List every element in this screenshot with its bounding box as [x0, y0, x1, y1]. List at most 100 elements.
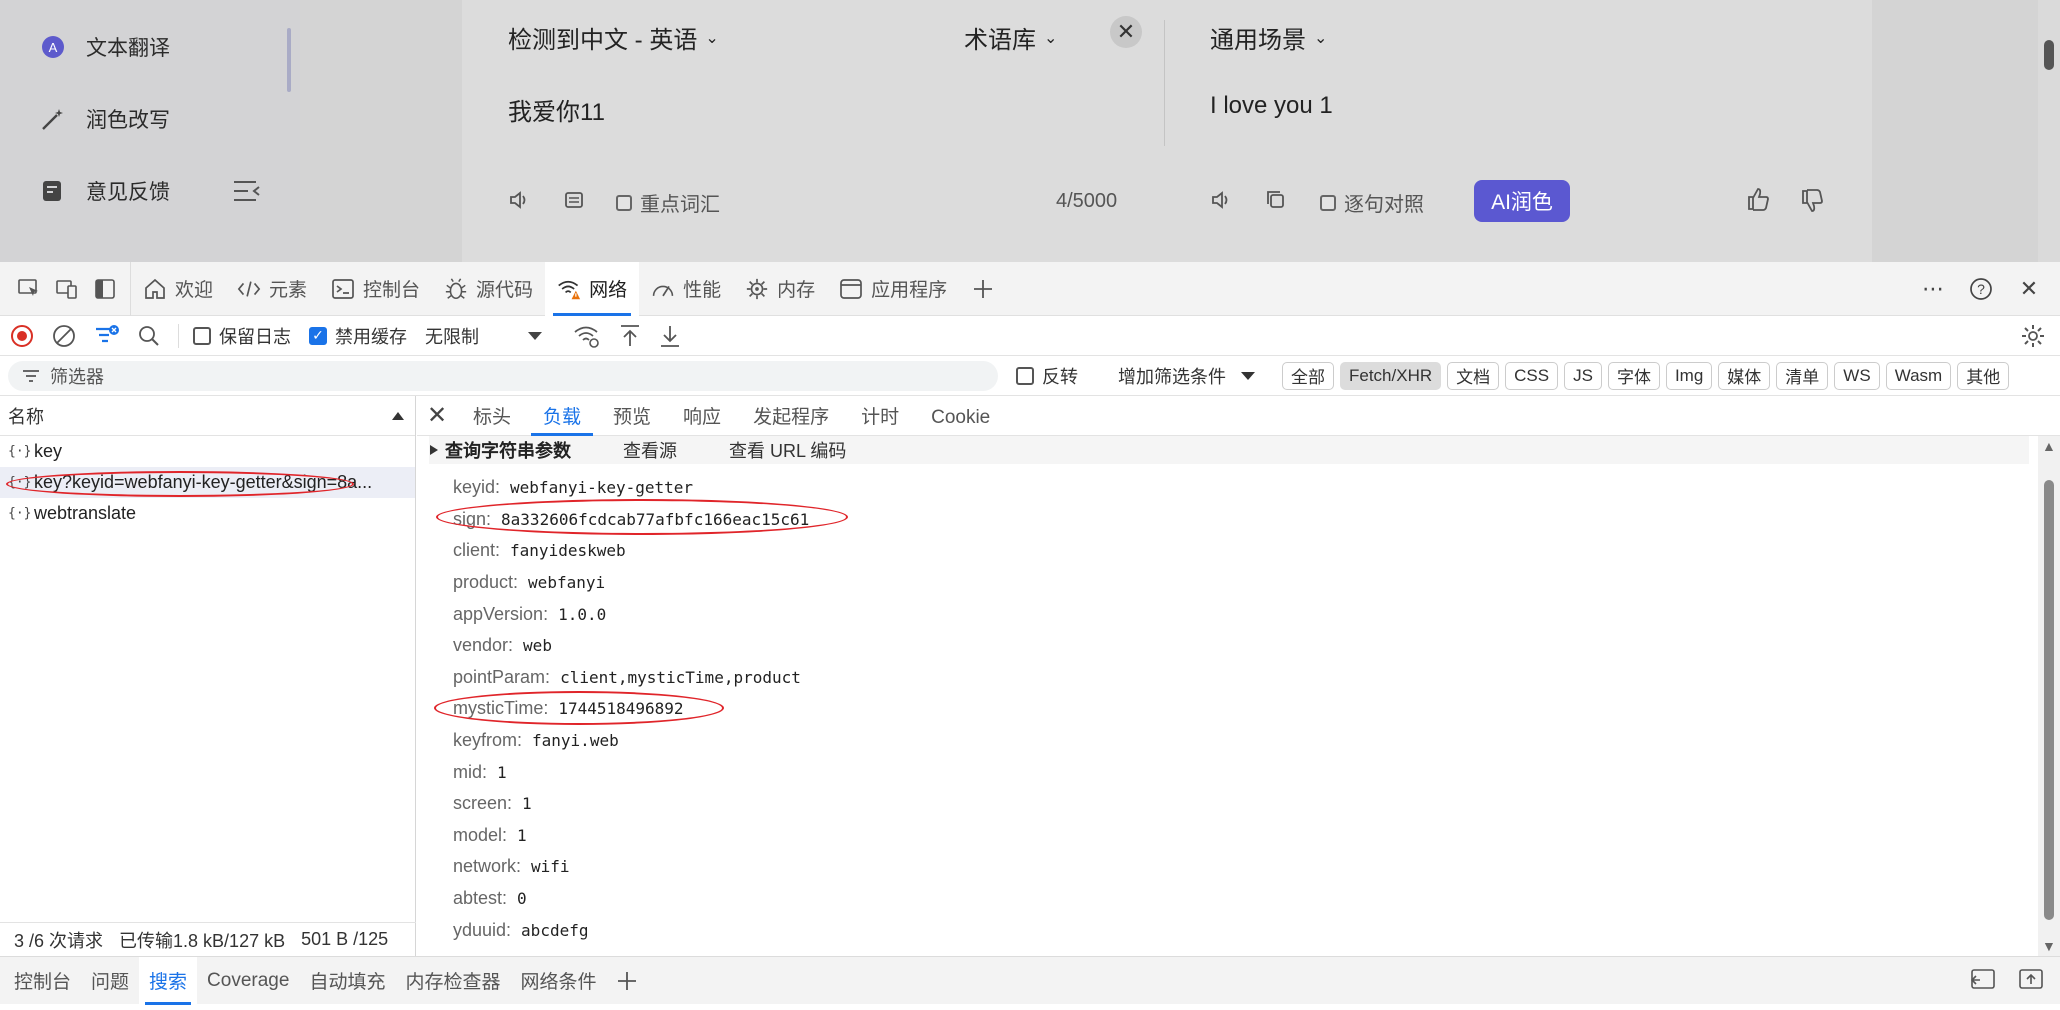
query-string-section-header[interactable]: 查询字符串参数 查看源 查看 URL 编码 [429, 436, 2029, 464]
help-icon[interactable]: ? [1966, 274, 1996, 304]
drawer-tab-issues[interactable]: 问题 [81, 957, 139, 1005]
copy-icon[interactable] [1264, 188, 1288, 212]
type-filter-ws[interactable]: WS [1834, 361, 1880, 390]
dock-side-icon[interactable] [92, 276, 118, 302]
request-row[interactable]: {·} webtranslate [0, 498, 415, 529]
name-column-header[interactable]: 名称 [0, 396, 415, 436]
source-text[interactable]: 我爱你11 [508, 92, 605, 127]
sidebar-item-feedback[interactable]: 意见反馈 [40, 176, 170, 206]
tab-headers[interactable]: 标头 [457, 402, 527, 435]
filter-input[interactable]: 筛选器 [8, 360, 998, 391]
view-url-encoded-link[interactable]: 查看 URL 编码 [729, 437, 846, 463]
sidebar-item-text-translate[interactable]: A 文本翻译 [40, 32, 170, 62]
close-icon[interactable]: ✕ [2014, 274, 2044, 304]
record-icon[interactable] [10, 324, 34, 348]
filter-icon[interactable] [94, 323, 120, 349]
type-filter-other[interactable]: 其他 [1957, 361, 2010, 390]
close-icon[interactable]: ✕ [417, 395, 457, 435]
drawer-tab-coverage[interactable]: Coverage [197, 957, 299, 1005]
type-filter-fetch-xhr[interactable]: Fetch/XHR [1340, 361, 1442, 390]
type-filter-font[interactable]: 字体 [1607, 361, 1660, 390]
disable-cache-checkbox[interactable]: ✓ 禁用缓存 [309, 323, 407, 349]
speaker-icon[interactable] [508, 188, 532, 212]
key-words-checkbox[interactable]: 重点词汇 [616, 188, 720, 217]
tab-welcome[interactable]: 欢迎 [131, 262, 225, 316]
thumbs-down-icon[interactable] [1800, 188, 1826, 214]
speaker-icon[interactable] [1210, 188, 1234, 212]
bug-icon [444, 277, 468, 301]
tab-label: 元素 [269, 280, 308, 301]
export-har-icon[interactable] [659, 324, 681, 348]
tab-memory[interactable]: 内存 [733, 262, 827, 316]
tab-initiator[interactable]: 发起程序 [737, 402, 845, 435]
drawer-tab-console[interactable]: 控制台 [4, 957, 81, 1005]
sidebar-item-polish[interactable]: 润色改写 [40, 104, 170, 134]
scroll-up-arrow-icon[interactable]: ▲ [2042, 438, 2056, 454]
view-source-link[interactable]: 查看源 [623, 437, 677, 463]
glossary-select[interactable]: 术语库 ⌄ [964, 20, 1057, 55]
add-drawer-tab-button[interactable] [606, 957, 648, 1005]
drawer-tab-memory-inspector[interactable]: 内存检查器 [395, 957, 510, 1005]
tab-network[interactable]: 网络 [545, 261, 640, 316]
tab-timing[interactable]: 计时 [845, 402, 915, 435]
tab-payload[interactable]: 负载 [527, 402, 597, 436]
type-filter-doc[interactable]: 文档 [1447, 361, 1500, 390]
type-filter-all[interactable]: 全部 [1282, 361, 1334, 390]
source-language-select[interactable]: 检测到中文 - 英语 ⌄ [508, 20, 719, 55]
copy-icon[interactable] [562, 188, 586, 212]
thumbs-up-icon[interactable] [1746, 186, 1772, 212]
invert-checkbox[interactable]: 反转 [1016, 363, 1078, 389]
scroll-thumb[interactable] [2044, 480, 2054, 920]
tab-cookies[interactable]: Cookie [915, 407, 1006, 435]
clear-icon[interactable] [52, 324, 76, 348]
request-summary: 3 /6 次请求 已传输1.8 kB/127 kB 501 B /125 [0, 922, 416, 956]
dock-drawer-icon[interactable] [1970, 968, 1996, 995]
preserve-log-checkbox[interactable]: 保留日志 [193, 323, 291, 349]
type-filter-js[interactable]: JS [1564, 361, 1602, 390]
more-filters-dropdown[interactable]: 增加筛选条件 [1118, 363, 1256, 389]
tab-performance[interactable]: 性能 [639, 262, 733, 316]
scroll-thumb[interactable] [2044, 40, 2054, 70]
app-scrollbar[interactable] [2038, 0, 2060, 262]
checkbox-icon [1320, 194, 1336, 211]
drawer-tab-search[interactable]: 搜索 [139, 956, 198, 1005]
param-row: network: wifi [453, 851, 809, 883]
type-filter-wasm[interactable]: Wasm [1885, 361, 1952, 390]
add-tab-button[interactable] [959, 262, 1015, 316]
detail-scrollbar[interactable]: ▲ ▼ [2038, 436, 2060, 956]
type-filter-manifest[interactable]: 清单 [1776, 361, 1829, 390]
device-emulation-icon[interactable] [54, 276, 80, 302]
magic-wand-icon [40, 106, 66, 132]
ai-polish-button[interactable]: AI润色 [1474, 180, 1570, 222]
more-options-icon[interactable]: ⋯ [1918, 274, 1948, 304]
sentence-compare-label: 逐句对照 [1344, 194, 1424, 216]
settings-icon[interactable] [2020, 323, 2046, 354]
scene-select[interactable]: 通用场景 ⌄ [1210, 20, 1327, 55]
drawer-tab-network-conditions[interactable]: 网络条件 [510, 957, 606, 1005]
home-icon [143, 277, 167, 301]
scene-label: 通用场景 [1210, 27, 1306, 54]
tab-preview[interactable]: 预览 [597, 402, 667, 435]
clear-text-button[interactable]: ✕ [1110, 16, 1142, 48]
drawer-tab-autofill[interactable]: 自动填充 [299, 957, 395, 1005]
tab-response[interactable]: 响应 [667, 402, 737, 435]
maximize-drawer-icon[interactable] [2018, 968, 2044, 995]
search-icon[interactable] [138, 325, 160, 347]
type-filter-media[interactable]: 媒体 [1718, 361, 1771, 390]
tab-application[interactable]: 应用程序 [827, 262, 959, 316]
sentence-compare-checkbox[interactable]: 逐句对照 [1320, 188, 1424, 217]
menu-collapse-icon[interactable] [234, 180, 260, 202]
tab-sources[interactable]: 源代码 [432, 262, 545, 316]
network-conditions-icon[interactable] [573, 323, 601, 349]
inspect-icon[interactable] [16, 276, 42, 302]
throttle-select[interactable]: 无限制 [425, 323, 543, 349]
tab-elements[interactable]: 元素 [225, 262, 319, 316]
request-row[interactable]: {·} key [0, 436, 415, 467]
request-row-selected[interactable]: {·} key?keyid=webfanyi-key-getter&sign=8… [0, 467, 415, 498]
type-filter-img[interactable]: Img [1665, 361, 1713, 390]
request-name: webtranslate [34, 503, 137, 523]
scroll-down-arrow-icon[interactable]: ▼ [2042, 938, 2056, 954]
import-har-icon[interactable] [619, 324, 641, 348]
type-filter-css[interactable]: CSS [1505, 361, 1559, 390]
tab-console[interactable]: 控制台 [319, 262, 432, 316]
